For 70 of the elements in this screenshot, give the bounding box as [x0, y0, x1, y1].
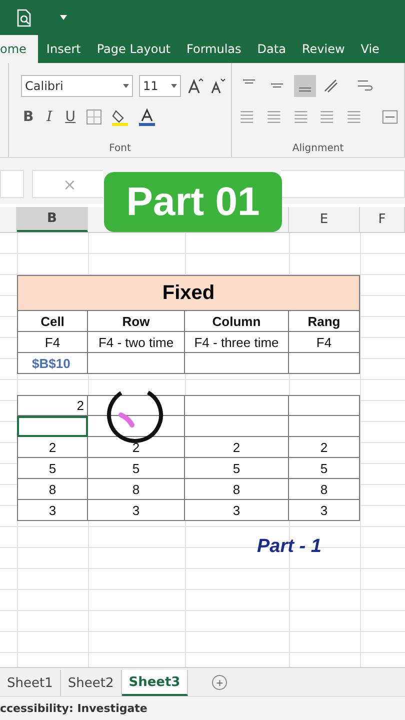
table-cell: $B$10: [17, 353, 88, 374]
align-icon[interactable]: [294, 75, 316, 97]
table-cell: 5: [88, 458, 185, 479]
table-cell: F4: [289, 332, 360, 353]
font-color-icon[interactable]: [138, 108, 156, 126]
table-cell: F4 - three time: [185, 332, 289, 353]
table-header: Rang: [289, 311, 360, 332]
column-header[interactable]: B: [17, 207, 88, 232]
border-icon[interactable]: [86, 109, 102, 125]
group-label: Font: [108, 143, 132, 154]
selected-cell[interactable]: [17, 416, 88, 437]
column-header[interactable]: E: [289, 207, 360, 232]
bold-button[interactable]: B: [21, 109, 36, 125]
table-cell: 8: [185, 479, 289, 500]
table-cell: [289, 395, 360, 416]
table-cell: F4 - two time: [88, 332, 185, 353]
print-preview-icon[interactable]: [16, 8, 32, 26]
ribbon-tab[interactable]: Data: [249, 35, 294, 63]
grow-font-icon[interactable]: [187, 78, 203, 94]
group-label: Alignment: [291, 143, 345, 154]
table-cell: 5: [185, 458, 289, 479]
table-cell: 2: [289, 437, 360, 458]
align-icon[interactable]: [292, 108, 310, 126]
table-cell: 8: [289, 479, 360, 500]
ribbon-tab[interactable]: ome: [0, 35, 38, 63]
underline-button[interactable]: U: [63, 109, 78, 125]
merge-icon[interactable]: [382, 108, 398, 126]
fill-color-icon[interactable]: [111, 108, 130, 126]
table-cell: 5: [289, 458, 360, 479]
table-cell: 8: [17, 479, 88, 500]
ribbon-tab[interactable]: Review: [294, 35, 353, 63]
table-cell: 2: [17, 437, 88, 458]
shrink-font-icon[interactable]: [209, 78, 225, 94]
add-sheet-button[interactable]: +: [212, 675, 228, 690]
ribbon-tab[interactable]: Vie: [352, 35, 388, 63]
table-cell: 3: [289, 500, 360, 521]
caption-text: Part - 1: [257, 536, 322, 558]
part-banner: Part 01: [104, 172, 282, 232]
table-cell: 5: [17, 458, 88, 479]
caret-icon[interactable]: [123, 84, 129, 88]
table-cell: 3: [88, 500, 185, 521]
sheet-tab[interactable]: Sheet3: [122, 670, 188, 696]
table-header: Column: [185, 311, 289, 332]
table-cell: 3: [185, 500, 289, 521]
table-cell: 2: [17, 395, 88, 416]
table-header: Cell: [17, 311, 88, 332]
ribbon-tab[interactable]: Insert: [38, 35, 89, 63]
column-header[interactable]: F: [360, 207, 405, 232]
table-cell: 8: [88, 479, 185, 500]
formula-field[interactable]: [281, 170, 405, 198]
table-cell: 2: [88, 437, 185, 458]
align-icon[interactable]: [238, 108, 256, 126]
table-cell: F4: [17, 332, 88, 353]
font-name-dropdown[interactable]: Calibri: [21, 75, 133, 97]
orientation-icon[interactable]: [322, 77, 340, 95]
align-icon[interactable]: [345, 108, 363, 126]
ribbon-tab[interactable]: Page Layout: [88, 35, 179, 63]
status-text: ccessibility: Investigate: [0, 696, 405, 720]
table-cell: 3: [17, 500, 88, 521]
dropdown-icon[interactable]: [60, 15, 67, 20]
table-header: Row: [88, 311, 185, 332]
align-icon[interactable]: [264, 108, 283, 126]
table-title: Fixed: [17, 275, 360, 311]
table-cell: [289, 416, 360, 437]
table-cell: [289, 353, 360, 374]
ribbon-tab[interactable]: Formulas: [178, 35, 250, 63]
caret-icon[interactable]: [171, 84, 177, 88]
italic-button[interactable]: I: [44, 109, 54, 125]
table-cell: 2: [185, 437, 289, 458]
font-size-dropdown[interactable]: 11: [139, 75, 181, 97]
